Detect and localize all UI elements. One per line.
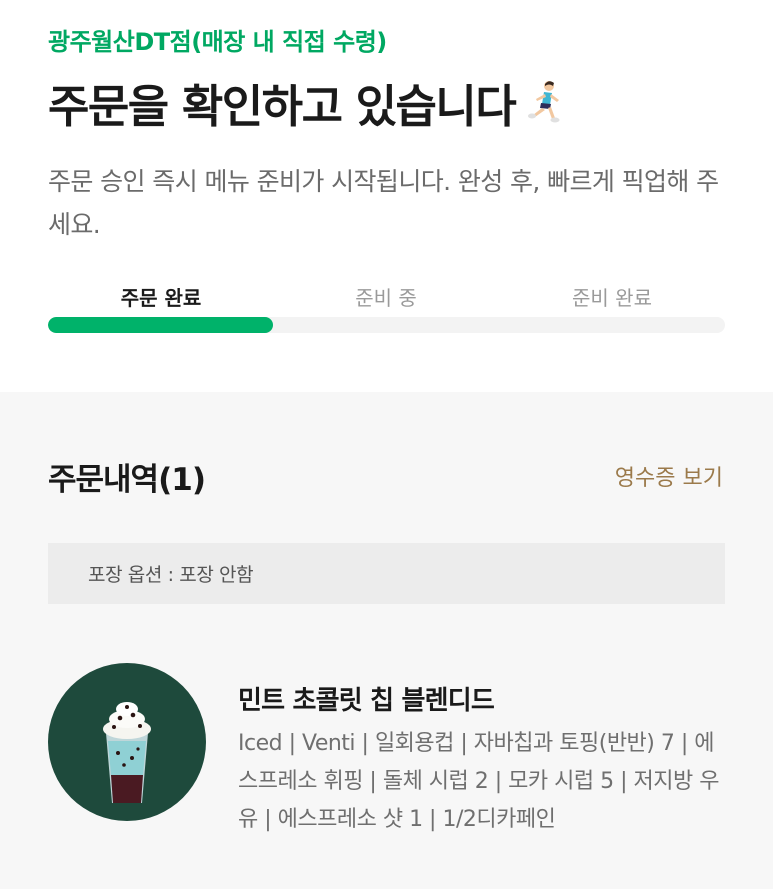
page-title: 주문을 확인하고 있습니다: [48, 70, 571, 135]
packaging-option-box: 포장 옵션 : 포장 안함: [48, 543, 725, 604]
store-name: 광주월산DT점(매장 내 직접 수령): [48, 28, 387, 56]
progress-fill: [48, 317, 274, 333]
frappuccino-drink-icon: [48, 663, 206, 821]
item-image: [48, 663, 206, 821]
running-woman-icon: [528, 80, 560, 122]
order-history-title: 주문내역(1): [48, 462, 206, 498]
step-ready: 준비 완료: [572, 286, 652, 310]
page-title-text: 주문을 확인하고 있습니다: [48, 80, 517, 133]
step-preparing: 준비 중: [355, 286, 417, 310]
order-description: 주문 승인 즉시 메뉴 준비가 시작됩니다. 완성 후, 빠르게 픽업해 주세요…: [48, 167, 719, 239]
order-details-section: 주문내역(1) 영수증 보기 포장 옵션 : 포장 안함 민트 초콜릿 칩 블렌…: [0, 392, 773, 889]
progress-steps: 주문 완료 준비 중 준비 완료: [48, 282, 725, 312]
progress-track: [48, 317, 725, 333]
step-order-complete: 주문 완료: [120, 286, 202, 310]
packaging-option-text: 포장 옵션 : 포장 안함: [88, 564, 254, 586]
view-receipt-link[interactable]: 영수증 보기: [615, 460, 723, 492]
item-name: 민트 초콜릿 칩 블렌디드: [238, 686, 495, 716]
order-status-section: 광주월산DT점(매장 내 직접 수령) 주문을 확인하고 있습니다 주문 승인 …: [0, 0, 773, 392]
item-options: Iced | Venti | 일회용컵 | 자바칩과 토핑(반반) 7 | 에스…: [238, 731, 719, 832]
